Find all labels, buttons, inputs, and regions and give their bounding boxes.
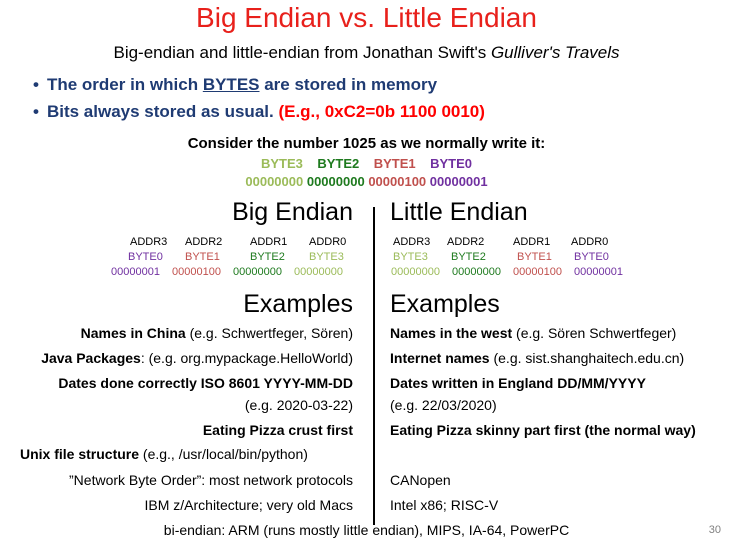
- bullet-bytes-order: • The order in which BYTES are stored in …: [33, 75, 437, 95]
- example-bold: Eating Pizza crust first: [202, 422, 353, 438]
- example-right-row: Internet names (e.g. sist.shanghaitech.e…: [390, 350, 684, 366]
- big-byte1: BYTE1: [185, 251, 220, 263]
- big-bits3: 00000000: [294, 266, 343, 278]
- big-bits1: 00000100: [172, 266, 221, 278]
- example-text: CANopen: [390, 472, 451, 488]
- example-bold: Unix file structure: [20, 446, 140, 462]
- examples-heading-right: Examples: [390, 290, 500, 318]
- bullet-text: are stored in memory: [259, 75, 438, 94]
- bullet-underlined: BYTES: [202, 75, 260, 94]
- bi-endian-footer: bi-endian: ARM (runs mostly little endia…: [163, 522, 570, 538]
- little-endian-heading: Little Endian: [390, 198, 528, 226]
- little-addr1: ADDR1: [513, 236, 551, 248]
- little-bits2: 00000000: [452, 266, 501, 278]
- bullet-dot-icon: •: [33, 102, 39, 121]
- byte2-label: BYTE2: [317, 156, 360, 171]
- bullet-example: (E.g., 0xC2=0b 1100 0010): [278, 102, 485, 121]
- example-right-row: CANopen: [390, 472, 451, 488]
- little-byte3: BYTE3: [393, 251, 428, 263]
- example-left-row: Eating Pizza crust first: [203, 422, 353, 438]
- example-left-row: IBM z/Architecture; very old Macs: [144, 497, 353, 513]
- example-text: ”Network Byte Order”: most network proto…: [69, 472, 353, 488]
- big-byte0: BYTE0: [128, 251, 163, 263]
- consider-heading: Consider the number 1025 as we normally …: [187, 135, 546, 152]
- little-addr2: ADDR2: [447, 236, 485, 248]
- little-byte0: BYTE0: [574, 251, 609, 263]
- example-text: IBM z/Architecture; very old Macs: [144, 497, 353, 513]
- example-left-row: Names in China (e.g. Schwertfeger, Sören…: [81, 325, 353, 341]
- byte0-bits: 00000001: [429, 174, 488, 189]
- example-text: (e.g. Sören Schwertfeger): [512, 325, 677, 341]
- example-text: : (e.g. org.mypackage.HelloWorld): [140, 350, 353, 366]
- example-left-row: Unix file structure (e.g., /usr/local/bi…: [20, 446, 308, 462]
- example-text: (e.g. sist.shanghaitech.edu.cn): [489, 350, 685, 366]
- number-byte-labels: BYTE3 BYTE2 BYTE1 BYTE0: [0, 156, 733, 171]
- little-byte2: BYTE2: [451, 251, 486, 263]
- little-bits0: 00000001: [574, 266, 623, 278]
- bullet-dot-icon: •: [33, 75, 39, 94]
- byte0-label: BYTE0: [430, 156, 472, 171]
- big-addr0: ADDR0: [309, 236, 347, 248]
- example-bold: Dates done correctly ISO 8601 YYYY-MM-DD: [58, 375, 353, 391]
- example-left-row: Java Packages: (e.g. org.mypackage.Hello…: [41, 350, 353, 366]
- subtitle-italic: Gulliver's Travels: [490, 43, 620, 62]
- big-endian-heading: Big Endian: [232, 198, 353, 226]
- little-byte1: BYTE1: [517, 251, 552, 263]
- example-bold: Names in China: [80, 325, 186, 341]
- big-addr3: ADDR3: [130, 236, 168, 248]
- byte1-label: BYTE1: [373, 156, 416, 171]
- little-addr0: ADDR0: [571, 236, 609, 248]
- big-addr2: ADDR2: [185, 236, 223, 248]
- example-bold: Internet names: [390, 350, 490, 366]
- byte3-label: BYTE3: [261, 156, 303, 171]
- example-bold: Names in the west: [390, 325, 513, 341]
- little-addr3: ADDR3: [393, 236, 431, 248]
- big-byte3: BYTE3: [309, 251, 344, 263]
- example-right-row: Intel x86; RISC-V: [390, 497, 498, 513]
- example-text: (e.g. 22/03/2020): [390, 397, 497, 413]
- slide-subtitle: Big-endian and little-endian from Jonath…: [0, 43, 733, 63]
- subtitle-text: Big-endian and little-endian from Jonath…: [113, 43, 491, 62]
- column-divider: [373, 207, 375, 525]
- examples-heading-left: Examples: [243, 290, 353, 318]
- byte1-bits: 00000100: [368, 174, 427, 189]
- example-right-row: Eating Pizza skinny part first (the norm…: [390, 422, 696, 438]
- bullet-text: The order in which: [46, 75, 203, 94]
- big-bits2: 00000000: [233, 266, 282, 278]
- example-right-row: Dates written in England DD/MM/YYYY: [390, 375, 646, 391]
- example-left-row: ”Network Byte Order”: most network proto…: [69, 472, 353, 488]
- example-text: (e.g., /usr/local/bin/python): [139, 446, 308, 462]
- example-left-row: (e.g. 2020-03-22): [245, 397, 353, 413]
- example-right-row: Names in the west (e.g. Sören Schwertfeg…: [390, 325, 676, 341]
- byte2-bits: 00000000: [306, 174, 365, 189]
- page-number: 30: [708, 524, 721, 536]
- example-text: Intel x86; RISC-V: [390, 497, 499, 513]
- little-bits1: 00000100: [513, 266, 562, 278]
- big-bits0: 00000001: [111, 266, 160, 278]
- example-bold: Java Packages: [41, 350, 141, 366]
- byte3-bits: 00000000: [245, 174, 304, 189]
- bullet-bits-order: • Bits always stored as usual. (E.g., 0xC…: [33, 102, 485, 122]
- bullet-text: Bits always stored as usual.: [46, 102, 279, 121]
- example-left-row: Dates done correctly ISO 8601 YYYY-MM-DD: [58, 375, 353, 391]
- example-right-row: (e.g. 22/03/2020): [390, 397, 497, 413]
- slide-title: Big Endian vs. Little Endian: [196, 2, 537, 33]
- example-bold: Dates written in England DD/MM/YYYY: [390, 375, 646, 391]
- number-byte-bits: 00000000 00000000 00000100 00000001: [0, 174, 733, 189]
- big-byte2: BYTE2: [250, 251, 285, 263]
- big-addr1: ADDR1: [250, 236, 288, 248]
- example-text: (e.g. 2020-03-22): [244, 397, 353, 413]
- example-bold: Eating Pizza skinny part first (the norm…: [390, 422, 696, 438]
- example-text: (e.g. Schwertfeger, Sören): [185, 325, 353, 341]
- little-bits3: 00000000: [391, 266, 440, 278]
